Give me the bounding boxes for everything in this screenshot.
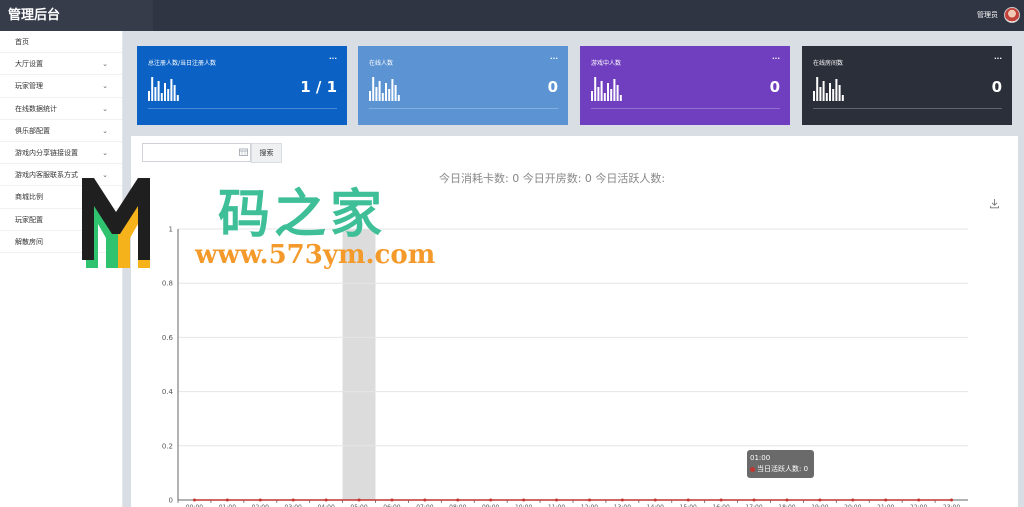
data-point[interactable] <box>587 498 591 502</box>
data-point[interactable] <box>489 498 493 502</box>
data-point[interactable] <box>719 498 723 502</box>
data-point[interactable] <box>456 498 460 502</box>
data-point[interactable] <box>258 498 262 502</box>
data-point[interactable] <box>686 498 690 502</box>
tooltip-time: 01:00 <box>750 454 771 462</box>
data-point[interactable] <box>818 498 822 502</box>
watermark-text: 码之家 <box>218 184 387 245</box>
watermark: 码之家 www.573ym.com <box>80 170 470 280</box>
data-point[interactable] <box>522 498 526 502</box>
data-point[interactable] <box>653 498 657 502</box>
data-point[interactable] <box>620 498 624 502</box>
watermark-url: www.573ym.com <box>195 240 436 270</box>
data-point[interactable] <box>851 498 855 502</box>
data-point[interactable] <box>917 498 921 502</box>
watermark-logo <box>82 178 150 268</box>
y-tick-label: 0 <box>169 497 173 505</box>
tooltip-series: 当日活跃人数: 0 <box>757 465 809 473</box>
data-point[interactable] <box>357 498 361 502</box>
data-point[interactable] <box>884 498 888 502</box>
data-point[interactable] <box>785 498 789 502</box>
series-dot <box>750 466 755 472</box>
data-point[interactable] <box>555 498 559 502</box>
data-point[interactable] <box>390 498 394 502</box>
data-point[interactable] <box>752 498 756 502</box>
data-point[interactable] <box>192 498 196 502</box>
data-point[interactable] <box>291 498 295 502</box>
y-tick-label: 0.4 <box>162 388 174 396</box>
y-tick-label: 0.2 <box>162 442 173 450</box>
data-point[interactable] <box>950 498 954 502</box>
y-tick-label: 0.6 <box>162 334 174 342</box>
data-point[interactable] <box>225 498 229 502</box>
chart-tooltip: 01:00 当日活跃人数: 0 <box>747 450 814 478</box>
y-tick-label: 0.8 <box>162 280 173 288</box>
data-point[interactable] <box>324 498 328 502</box>
data-point[interactable] <box>423 498 427 502</box>
